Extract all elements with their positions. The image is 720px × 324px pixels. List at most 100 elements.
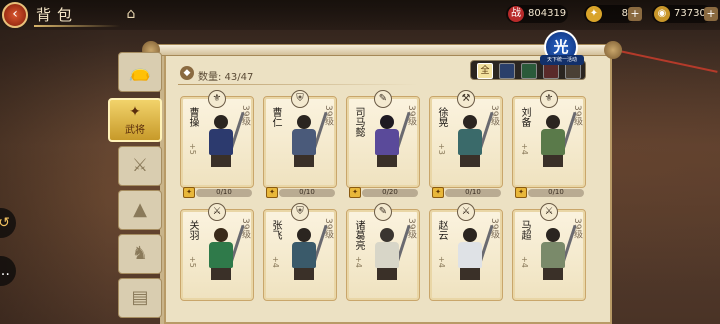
hero-sprite xyxy=(284,111,328,169)
hero-class-icon: ⚔ xyxy=(540,203,558,221)
filter-wu[interactable] xyxy=(543,63,559,79)
hero-head xyxy=(546,228,560,242)
add-token-button[interactable]: + xyxy=(628,7,642,21)
hero-name: 曹仁 xyxy=(270,107,281,127)
shard-count: 0/20 xyxy=(382,188,398,196)
hero-legs xyxy=(211,268,231,280)
title-underline xyxy=(34,25,120,27)
hero-card[interactable]: ⛨ 39级 曹仁 ✦ 0/10 xyxy=(263,90,337,198)
shard-progress: ✦ 0/10 xyxy=(515,187,585,199)
hero-card[interactable]: ⛨ 39级 张飞 +4 xyxy=(263,203,337,301)
hero-name: 关羽 xyxy=(187,220,198,240)
hero-name: 诸葛亮 xyxy=(353,220,364,250)
shard-icon: ✦ xyxy=(432,187,444,198)
hero-card[interactable]: ⚔ 39级 关羽 +5 xyxy=(180,203,254,301)
hero-class-icon: ✎ xyxy=(374,203,392,221)
back-arrow-icon[interactable]: ‹ xyxy=(2,2,28,28)
hero-head xyxy=(546,115,560,129)
tab-generals[interactable]: ✦ 武将 xyxy=(108,98,162,142)
hero-card[interactable]: ✎ 39级 司马懿 ✦ 0/20 xyxy=(346,90,420,198)
hero-star-plus: +5 xyxy=(188,143,197,155)
home-icon[interactable]: ⌂ xyxy=(122,6,140,22)
shard-progress: ✦ 0/20 xyxy=(349,187,419,199)
hero-name: 马超 xyxy=(519,220,530,240)
hero-name: 刘备 xyxy=(519,107,530,127)
tab-items[interactable]: 👝 xyxy=(118,52,162,92)
tab-books[interactable]: ▤ xyxy=(118,278,162,318)
filter-all[interactable]: 全 xyxy=(477,63,493,79)
hero-head xyxy=(380,115,394,129)
tab-armor[interactable]: ▲ xyxy=(118,190,162,230)
hero-name: 张飞 xyxy=(270,220,281,240)
hero-class-icon: ⛨ xyxy=(291,90,309,108)
hero-head xyxy=(463,115,477,129)
hero-card[interactable]: ⚜ 39级 刘备 +4 ✦ 0/10 xyxy=(512,90,586,198)
shard-icon: ✦ xyxy=(183,187,195,198)
hero-body xyxy=(292,129,316,155)
power-icon: 战 xyxy=(508,6,524,22)
shard-count: 0/10 xyxy=(216,188,232,196)
hero-star-plus: +4 xyxy=(520,143,529,155)
shard-count: 0/10 xyxy=(548,188,564,196)
shard-count: 0/10 xyxy=(465,188,481,196)
hero-sprite xyxy=(284,224,328,282)
hero-class-icon: ⛨ xyxy=(291,203,309,221)
power-display: 战 804319 xyxy=(506,5,568,23)
count-divider xyxy=(178,84,418,85)
top-bar: ‹ 背包 ⌂ 战 804319 ✦ 8 + ◉ 73730 + xyxy=(0,0,720,30)
event-badge-caption: 天下统一活动 xyxy=(540,55,584,65)
bag-icon: 👝 xyxy=(128,61,152,82)
hero-class-icon: ⚔ xyxy=(457,203,475,221)
hero-sprite xyxy=(367,224,411,282)
shard-progress: ✦ 0/10 xyxy=(183,187,253,199)
hero-class-icon: ✎ xyxy=(374,90,392,108)
hero-body xyxy=(292,242,316,268)
hero-head xyxy=(463,228,477,242)
copper-value: 73730 xyxy=(674,8,706,19)
hero-card[interactable]: ⚔ 39级 赵云 +4 xyxy=(429,203,503,301)
edge-shadow xyxy=(0,30,108,324)
hero-sprite xyxy=(367,111,411,169)
hero-star-plus: +4 xyxy=(354,256,363,268)
hero-head xyxy=(297,115,311,129)
hero-head xyxy=(297,228,311,242)
hero-star-plus: +4 xyxy=(520,256,529,268)
hero-star-plus: +5 xyxy=(188,256,197,268)
hero-legs xyxy=(294,155,314,167)
tab-mounts[interactable]: ♞ xyxy=(118,234,162,274)
hero-legs xyxy=(294,268,314,280)
hero-body xyxy=(541,129,565,155)
item-count: 数量: 43/47 xyxy=(198,72,254,83)
hero-body xyxy=(458,129,482,155)
hero-body xyxy=(209,129,233,155)
hero-class-icon: ⚜ xyxy=(540,90,558,108)
hero-card[interactable]: ✎ 39级 诸葛亮 +4 xyxy=(346,203,420,301)
hero-sprite xyxy=(450,224,494,282)
hero-name: 赵云 xyxy=(436,220,447,240)
filter-wei[interactable] xyxy=(499,63,515,79)
hero-sprite xyxy=(533,224,577,282)
hero-sprite xyxy=(201,224,245,282)
hero-body xyxy=(209,242,233,268)
hero-card[interactable]: ⚒ 39级 徐晃 +3 ✦ 0/10 xyxy=(429,90,503,198)
copper-display: ◉ 73730 + xyxy=(652,5,718,23)
hero-head xyxy=(380,228,394,242)
horse-icon: ♞ xyxy=(131,243,149,264)
book-icon: ▤ xyxy=(131,287,149,308)
shard-progress: ✦ 0/10 xyxy=(432,187,502,199)
hero-star-plus: +4 xyxy=(271,256,280,268)
hero-head xyxy=(214,115,228,129)
filter-qun[interactable] xyxy=(565,63,581,79)
hero-legs xyxy=(460,155,480,167)
hero-card[interactable]: ⚔ 39级 马超 +4 xyxy=(512,203,586,301)
hero-sprite xyxy=(201,111,245,169)
hero-name: 曹操 xyxy=(187,107,198,127)
hero-sprite xyxy=(533,111,577,169)
filter-shu[interactable] xyxy=(521,63,537,79)
hero-class-icon: ⚜ xyxy=(208,90,226,108)
tab-weapons[interactable]: ⚔ xyxy=(118,146,162,186)
shard-icon: ✦ xyxy=(266,187,278,198)
hero-card[interactable]: ⚜ 39级 曹操 +5 ✦ 0/10 xyxy=(180,90,254,198)
add-copper-button[interactable]: + xyxy=(704,7,718,21)
hero-body xyxy=(375,129,399,155)
